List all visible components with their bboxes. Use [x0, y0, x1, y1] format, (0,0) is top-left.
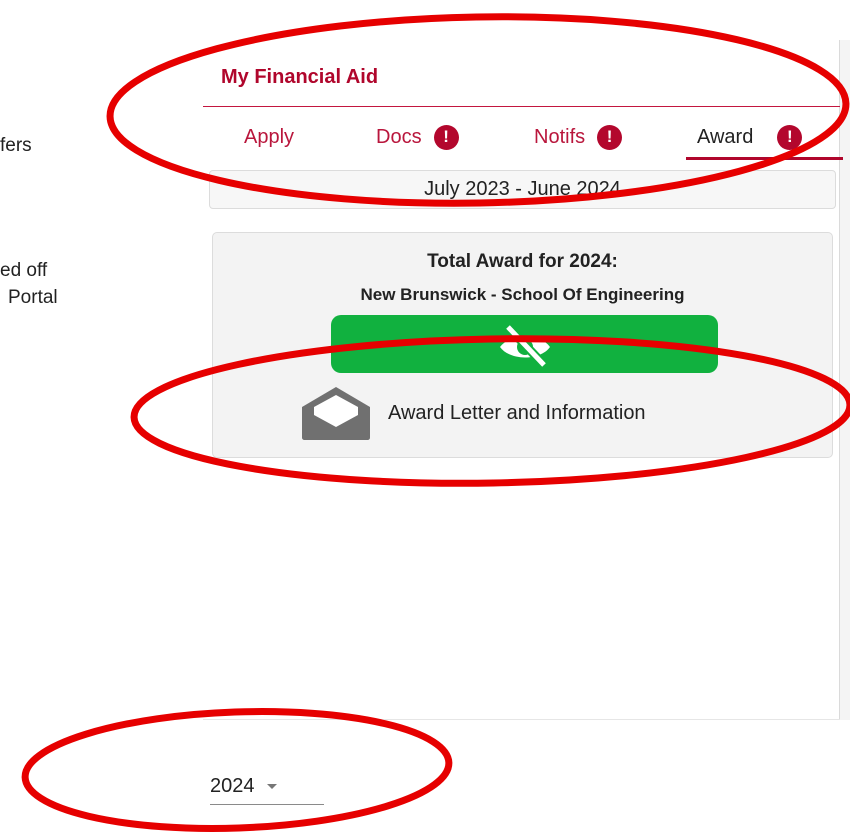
award-letter-label: Award Letter and Information: [388, 401, 646, 424]
reveal-award-button[interactable]: [331, 315, 718, 373]
tab-bar: Apply Docs ! Notifs ! Award !: [203, 116, 843, 160]
tab-label: Docs: [376, 125, 422, 148]
eye-slash-icon: [499, 323, 550, 369]
award-card: Total Award for 2024: New Brunswick - Sc…: [212, 232, 833, 458]
alert-icon: !: [777, 124, 803, 150]
award-letter-link[interactable]: Award Letter and Information: [298, 381, 646, 445]
year-select-value: 2024: [210, 774, 255, 797]
tab-notifs[interactable]: Notifs !: [534, 116, 623, 158]
tab-docs[interactable]: Docs !: [376, 116, 459, 158]
tab-apply[interactable]: Apply: [244, 116, 294, 158]
alert-icon: !: [597, 124, 623, 150]
page-title: My Financial Aid: [221, 66, 379, 88]
award-card-title: Total Award for 2024:: [427, 251, 618, 272]
tab-label: Award: [697, 125, 754, 148]
tab-award[interactable]: Award !: [697, 116, 803, 158]
tab-label: Notifs: [534, 125, 586, 148]
tab-label: Apply: [244, 125, 295, 148]
award-period-label: July 2023 - June 2024: [424, 178, 621, 200]
alert-icon: !: [433, 124, 459, 150]
caret-down-icon: [266, 783, 277, 789]
year-select[interactable]: 2024: [210, 768, 324, 805]
title-divider: [203, 106, 840, 107]
award-period-selector[interactable]: July 2023 - June 2024: [209, 170, 836, 209]
active-tab-indicator: [686, 157, 843, 160]
envelope-open-icon: [302, 387, 370, 440]
background-text-fragment: Portal: [8, 287, 58, 308]
background-text-fragment: fers: [0, 135, 32, 156]
background-text-fragment: ed off: [0, 260, 48, 281]
award-card-school: New Brunswick - School Of Engineering: [360, 285, 685, 304]
footer-divider: [203, 719, 840, 720]
